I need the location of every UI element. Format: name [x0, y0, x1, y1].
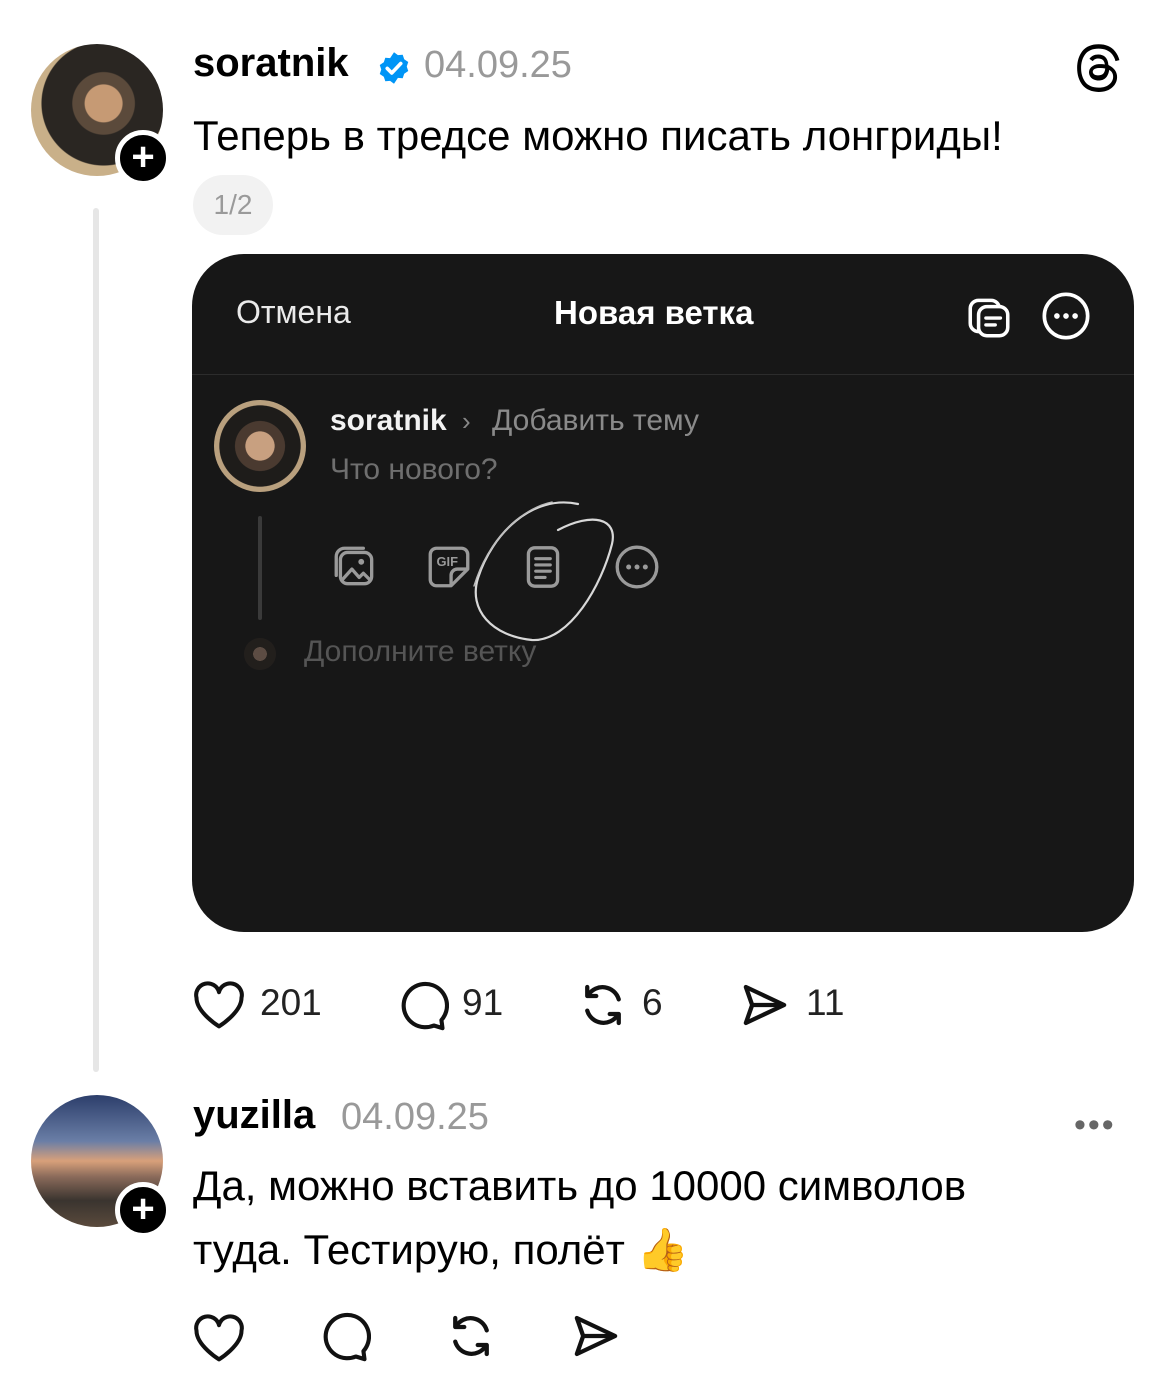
comment-icon[interactable] — [319, 1311, 371, 1363]
reply-text-line1: Да, можно вставить до 10000 символов — [193, 1162, 967, 1209]
cancel-button[interactable]: Отмена — [236, 294, 351, 331]
share-count: 11 — [806, 982, 845, 1023]
more-options-icon[interactable] — [1040, 290, 1092, 342]
add-to-thread-field[interactable]: Дополните ветку — [304, 635, 536, 669]
reply-date: 04.09.25 — [341, 1096, 489, 1138]
post-text: Теперь в тредсе можно писать лонгриды! — [193, 112, 1003, 159]
follow-plus-button[interactable]: + — [115, 130, 171, 186]
comment-count: 91 — [462, 982, 504, 1023]
reply-text-line2: туда. Тестирую, полёт 👍 — [193, 1218, 689, 1282]
like-count: 201 — [260, 982, 322, 1023]
post-date: 04.09.25 — [424, 44, 572, 86]
gif-label: GIF — [437, 554, 459, 569]
post-username[interactable]: soratnik — [193, 41, 349, 86]
page-indicator[interactable]: 1/2 — [193, 175, 273, 235]
thumbs-up-emoji: 👍 — [636, 1226, 689, 1273]
repost-count: 6 — [642, 982, 663, 1023]
more-icon[interactable]: ••• — [1074, 1106, 1116, 1145]
compose-input[interactable]: Что нового? — [330, 453, 498, 487]
repost-icon[interactable] — [444, 1309, 498, 1363]
repost-icon[interactable] — [576, 978, 630, 1032]
share-icon[interactable] — [569, 1309, 623, 1363]
follow-plus-button[interactable]: + — [115, 1182, 171, 1238]
verified-badge-icon — [379, 52, 409, 84]
compose-thread-line — [258, 516, 262, 620]
chevron-right-icon: › — [462, 406, 471, 436]
threads-logo-icon[interactable] — [1074, 42, 1124, 92]
thread-line — [93, 208, 99, 1072]
drafts-icon[interactable] — [964, 292, 1014, 342]
compose-avatar — [214, 400, 306, 492]
thread-continue-avatar — [244, 638, 276, 670]
compose-username: soratnik — [330, 404, 447, 437]
header-divider — [192, 374, 1134, 375]
heart-icon[interactable] — [192, 1313, 246, 1363]
share-icon[interactable] — [738, 978, 792, 1032]
comment-icon[interactable] — [397, 980, 449, 1032]
gallery-icon[interactable] — [330, 542, 380, 592]
new-thread-title: Новая ветка — [554, 294, 754, 331]
embedded-screenshot[interactable]: Отмена Новая ветка soratnik › Добавить т… — [192, 254, 1134, 932]
add-topic-field[interactable]: Добавить тему — [492, 404, 699, 438]
reply-text-line2-text: туда. Тестирую, полёт — [193, 1226, 625, 1273]
reply-username[interactable]: yuzilla — [193, 1093, 315, 1138]
heart-icon[interactable] — [192, 980, 246, 1030]
